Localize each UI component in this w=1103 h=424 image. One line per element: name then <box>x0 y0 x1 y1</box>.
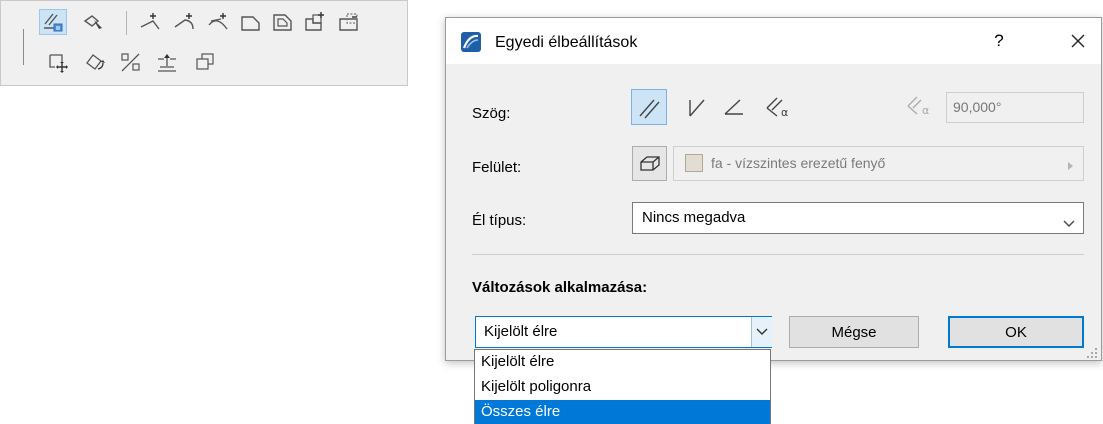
custom-angle-icon[interactable]: α <box>760 89 796 125</box>
add-curve-vertex-icon[interactable] <box>171 9 199 35</box>
edge-type-value: Nincs megadva <box>642 209 746 226</box>
ok-button[interactable]: OK <box>948 316 1084 348</box>
dialog-title: Egyedi élbeállítások <box>495 34 638 51</box>
pick-up-icon[interactable] <box>79 9 107 35</box>
apply-scope-dropdown[interactable]: Kijelölt élre <box>475 316 772 348</box>
close-button[interactable] <box>1063 26 1093 56</box>
resize-grip[interactable] <box>1086 346 1098 364</box>
chevron-down-icon <box>756 328 768 335</box>
chamfer-icon[interactable] <box>237 9 265 35</box>
move-vertex-icon[interactable] <box>45 49 73 75</box>
chevron-down-icon <box>1063 215 1075 232</box>
app-icon <box>461 32 481 57</box>
custom-edge-settings-dialog: Egyedi élbeállítások ? Szög: α α 90,000°… <box>445 17 1102 361</box>
apply-scope-value: Kijelölt élre <box>484 323 558 340</box>
apply-scope-options-list: Kijelölt élre Kijelölt poligonra Összes … <box>474 349 771 424</box>
polygon-editing-toolbar <box>0 0 408 86</box>
toolbar-grip[interactable] <box>23 29 24 65</box>
surface-brick-icon <box>639 155 660 171</box>
edge-settings-icon[interactable] <box>39 9 67 35</box>
mirror-icon[interactable] <box>117 49 145 75</box>
edge-type-dropdown[interactable]: Nincs megadva <box>632 202 1084 234</box>
edge-type-label: Él típus: <box>472 212 527 229</box>
divider <box>472 254 1084 255</box>
cancel-button[interactable]: Mégse <box>789 316 919 348</box>
horizontal-icon[interactable] <box>717 89 753 125</box>
angle-label: Szög: <box>472 105 511 122</box>
subtract-polygon-icon[interactable] <box>335 9 363 35</box>
surface-picker-button[interactable] <box>632 146 667 181</box>
svg-text:α: α <box>922 104 929 117</box>
surface-swatch <box>685 154 703 172</box>
help-button[interactable]: ? <box>989 31 1009 51</box>
surface-value: fa - vízszintes erezetű fenyő <box>711 155 886 171</box>
apply-changes-label: Változások alkalmazása: <box>472 279 648 296</box>
elevate-icon[interactable] <box>153 49 181 75</box>
angle-value-icon: α <box>905 94 935 123</box>
vertical-icon[interactable] <box>679 89 715 125</box>
svg-text:α: α <box>781 106 788 119</box>
dropdown-toggle[interactable] <box>751 317 772 347</box>
offset-polygon-icon[interactable] <box>269 9 297 35</box>
copy-polygon-icon[interactable] <box>191 49 219 75</box>
title-bar[interactable]: Egyedi élbeállítások ? <box>446 18 1101 64</box>
chevron-right-icon <box>1067 158 1075 174</box>
option-selected-edge[interactable]: Kijelölt élre <box>475 350 770 374</box>
close-icon <box>1071 34 1085 48</box>
toolbar-separator <box>126 11 127 35</box>
rotate-polygon-icon[interactable] <box>81 49 109 75</box>
perpendicular-icon[interactable] <box>631 89 667 125</box>
add-polygon-icon[interactable] <box>301 9 329 35</box>
arc-edit-icon[interactable] <box>205 9 233 35</box>
add-vertex-icon[interactable] <box>137 9 165 35</box>
option-selected-polygon[interactable]: Kijelölt poligonra <box>475 375 770 399</box>
option-all-edges[interactable]: Összes élre <box>475 400 770 424</box>
surface-label: Felület: <box>472 159 522 176</box>
surface-select[interactable]: fa - vízszintes erezetű fenyő <box>673 146 1084 181</box>
angle-value-field: 90,000° <box>946 92 1084 123</box>
